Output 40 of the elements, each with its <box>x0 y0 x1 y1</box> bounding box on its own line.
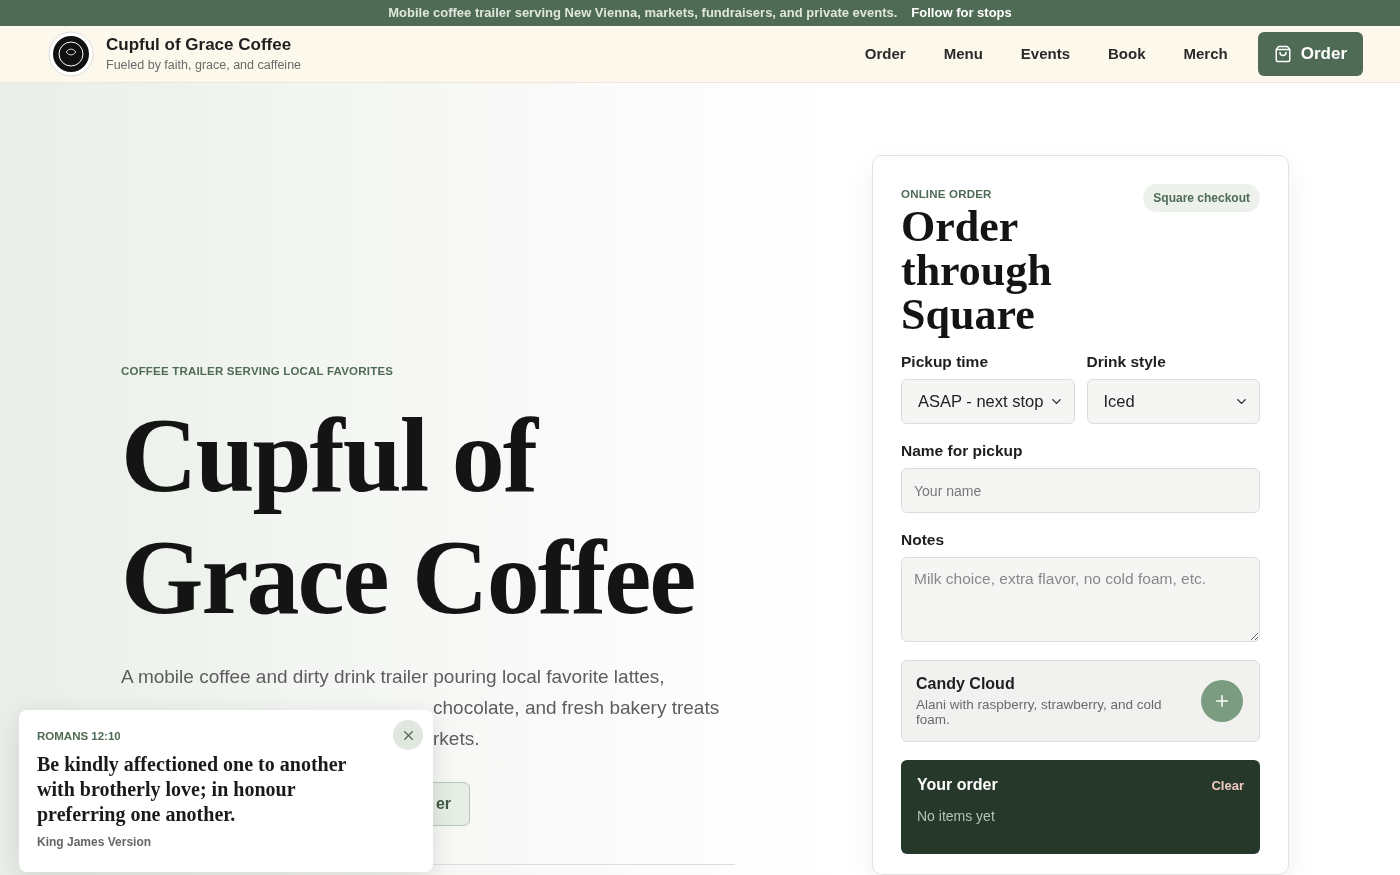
checkout-badge: Square checkout <box>1143 184 1260 212</box>
verse-text: Be kindly affectioned one to another with brotherly love; in honour preferring one another. <box>37 752 348 827</box>
hero-description-line: A mobile coffee and dirty drink trailer pouring local favorite lattes, <box>121 665 665 689</box>
notes-field[interactable]: Milk choice, extra flavor, no cold foam, etc. <box>901 557 1260 642</box>
brand-name: Cupful of Grace Coffee <box>106 35 293 56</box>
brand-tagline: Fueled by faith, grace, and caffeine <box>106 58 302 73</box>
verse-reference: ROMANS 12:10 <box>37 730 121 742</box>
item-name: Candy Cloud <box>916 675 1016 693</box>
field-label: Drink style <box>1086 353 1167 371</box>
hero-title-line: Cupful of <box>121 396 536 516</box>
field-label: Notes <box>901 531 946 549</box>
close-button[interactable] <box>393 720 423 750</box>
nav-link[interactable]: Menu <box>943 45 983 63</box>
verse-version: King James Version <box>37 835 152 849</box>
nav-link[interactable]: Order <box>864 45 906 63</box>
plus-icon <box>1213 692 1231 710</box>
summary-title: Your order <box>917 776 998 794</box>
dropdown-select[interactable]: ASAP - next stop <box>901 379 1075 424</box>
item-description: Alani with raspberry, strawberry, and cold foam. <box>916 697 1163 727</box>
clear-button[interactable]: Clear <box>1211 777 1244 793</box>
nav-link[interactable]: Events <box>1020 45 1070 63</box>
field-label: Pickup time <box>901 353 989 371</box>
hero-description-line: rkets. <box>433 727 480 751</box>
follow-link[interactable]: Follow for stops <box>911 5 1012 21</box>
announcement-text: Mobile coffee trailer serving New Vienna, markets, fundraisers, and private events. <box>388 5 898 21</box>
hero-description-line: chocolate, and fresh bakery treats <box>433 696 720 720</box>
hero-eyebrow: COFFEE TRAILER SERVING LOCAL FAVORITES <box>121 365 395 377</box>
empty-order-text: No items yet <box>917 808 996 824</box>
add-button[interactable] <box>1201 680 1243 722</box>
bag-icon <box>1273 44 1292 63</box>
nav-link[interactable]: Merch <box>1183 45 1228 63</box>
input-field[interactable]: Your name <box>901 468 1260 513</box>
order-button[interactable]: Order <box>1257 31 1363 76</box>
logo-icon <box>48 30 94 77</box>
hero-title-line: Grace Coffee <box>121 518 695 638</box>
card-eyebrow: ONLINE ORDER <box>901 188 992 200</box>
dropdown-select[interactable]: Iced <box>1086 379 1260 424</box>
nav-link[interactable]: Book <box>1108 45 1146 63</box>
field-label: Name for pickup <box>901 442 1024 460</box>
card-title: Order through Square <box>901 205 1053 337</box>
